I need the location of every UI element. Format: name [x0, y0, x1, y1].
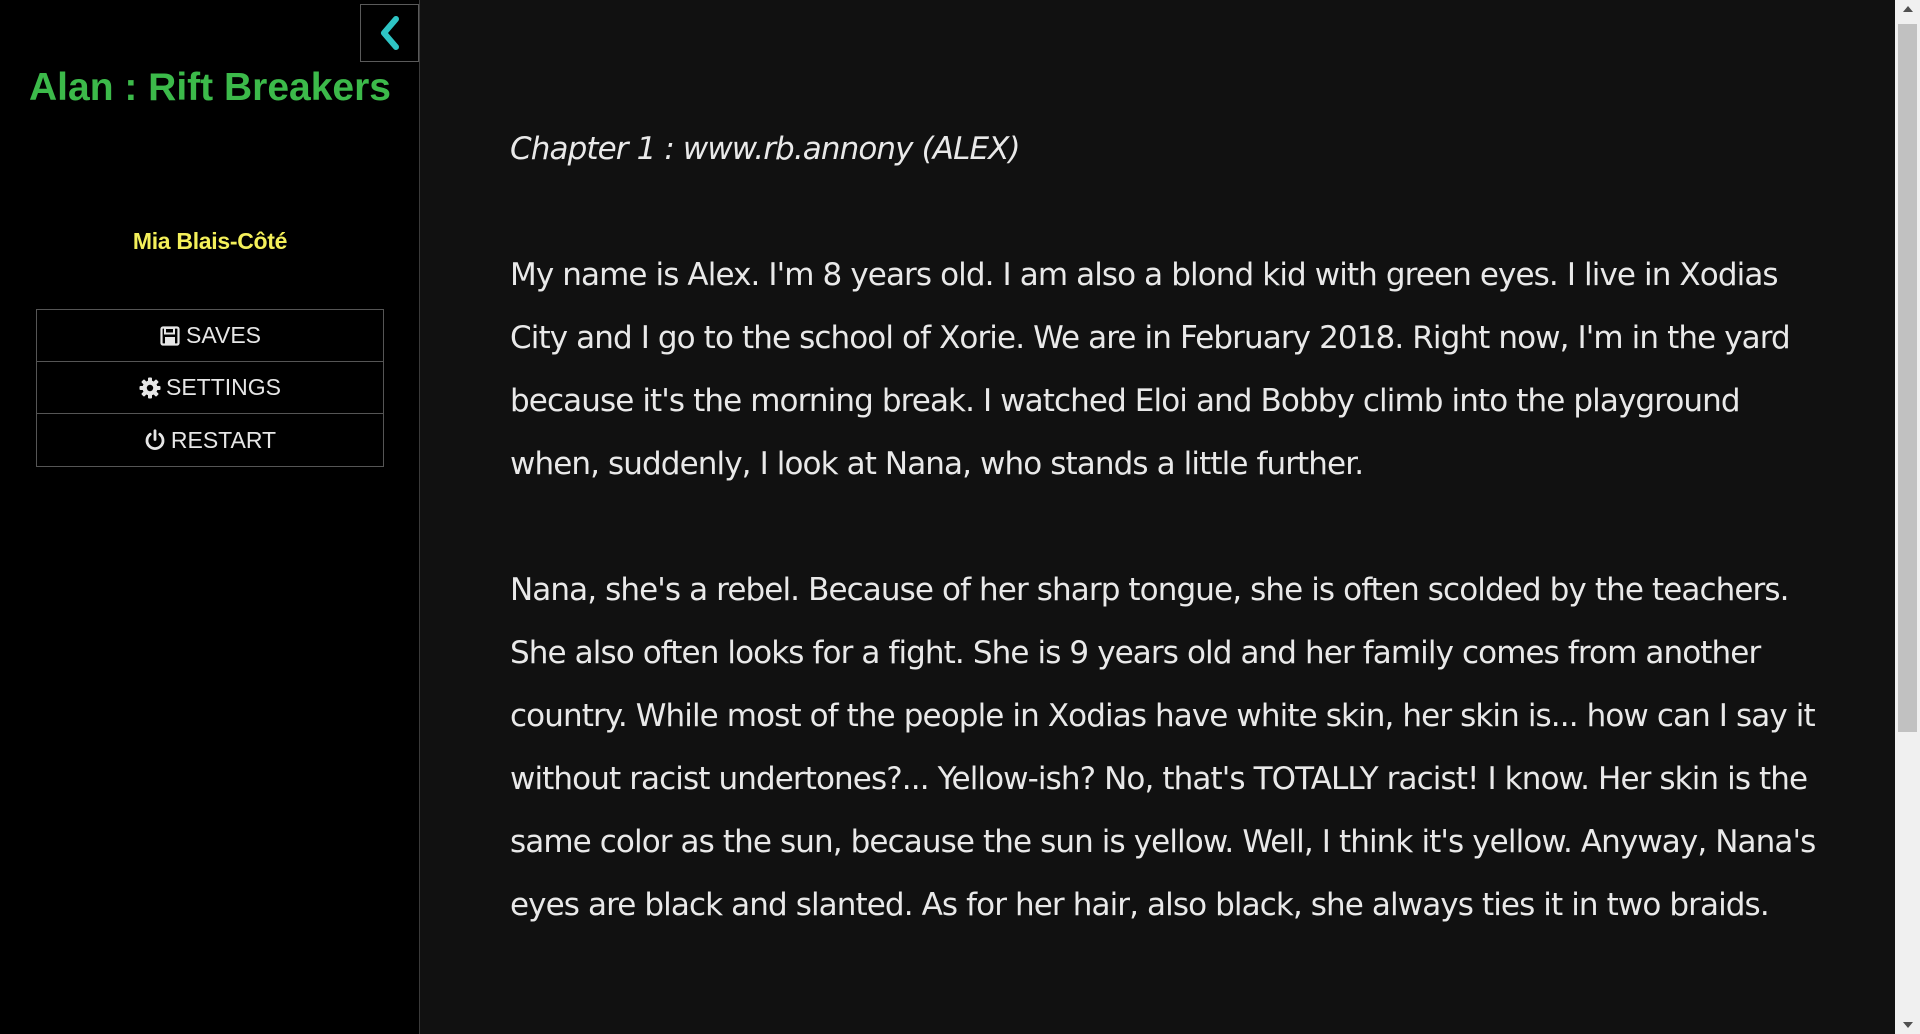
chevron-left-icon [380, 16, 399, 50]
passage-paragraph: My name is Alex. I'm 8 years old. I am a… [510, 257, 1791, 482]
saves-label: SAVES [186, 322, 261, 348]
restart-button[interactable]: RESTART [37, 414, 383, 466]
floppy-disk-icon [159, 325, 181, 347]
sidebar-toggle-button[interactable] [360, 4, 419, 62]
passage-paragraph: Nana, she's a rebel. Because of her shar… [510, 572, 1816, 923]
story-passage-area: Chapter 1 : www.rb.annony (ALEX) My name… [421, 0, 1895, 1034]
scroll-down-arrow-icon[interactable] [1895, 1016, 1920, 1034]
gear-icon [139, 377, 161, 399]
scroll-up-arrow-icon[interactable] [1895, 0, 1920, 18]
scrollbar-thumb[interactable] [1898, 24, 1917, 732]
story-title: Alan : Rift Breakers [29, 66, 391, 109]
chapter-heading: Chapter 1 : www.rb.annony (ALEX) [510, 131, 1021, 167]
restart-label: RESTART [170, 426, 277, 453]
passage: Chapter 1 : www.rb.annony (ALEX) My name… [510, 118, 1830, 1000]
power-icon [144, 429, 166, 451]
sidebar-menu: SAVES SETTINGS RESTART [36, 309, 384, 467]
saves-button[interactable]: SAVES [37, 310, 383, 362]
vertical-scrollbar[interactable] [1895, 0, 1920, 1034]
sidebar: Alan : Rift Breakers Mia Blais-Côté SAVE… [0, 0, 420, 1034]
story-author: Mia Blais-Côté [132, 228, 288, 254]
settings-button[interactable]: SETTINGS [37, 362, 383, 414]
settings-label: SETTINGS [165, 374, 281, 400]
